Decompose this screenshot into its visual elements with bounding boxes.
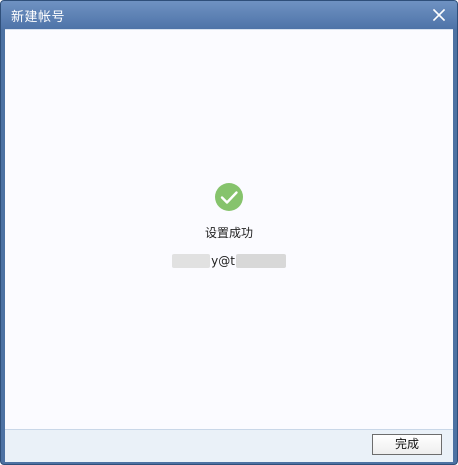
- success-message: 设置成功: [204, 226, 253, 240]
- done-button[interactable]: 完成: [372, 434, 442, 455]
- masked-account-suffix: [235, 254, 286, 268]
- close-icon: [432, 8, 446, 22]
- window-title: 新建帐号: [11, 9, 66, 25]
- account-address: y@t: [5, 253, 453, 269]
- account-visible-text: y@t: [211, 254, 235, 268]
- success-section: 设置成功 y@t: [5, 182, 453, 269]
- dialog-footer: 完成: [5, 429, 453, 462]
- close-button[interactable]: [431, 7, 447, 23]
- content-area: 设置成功 y@t: [5, 29, 453, 429]
- title-bar[interactable]: 新建帐号: [1, 1, 457, 29]
- check-circle-icon: [215, 183, 243, 211]
- masked-account-prefix: [172, 254, 211, 268]
- new-account-window: 新建帐号 设置成功 y@t 完成: [0, 0, 458, 465]
